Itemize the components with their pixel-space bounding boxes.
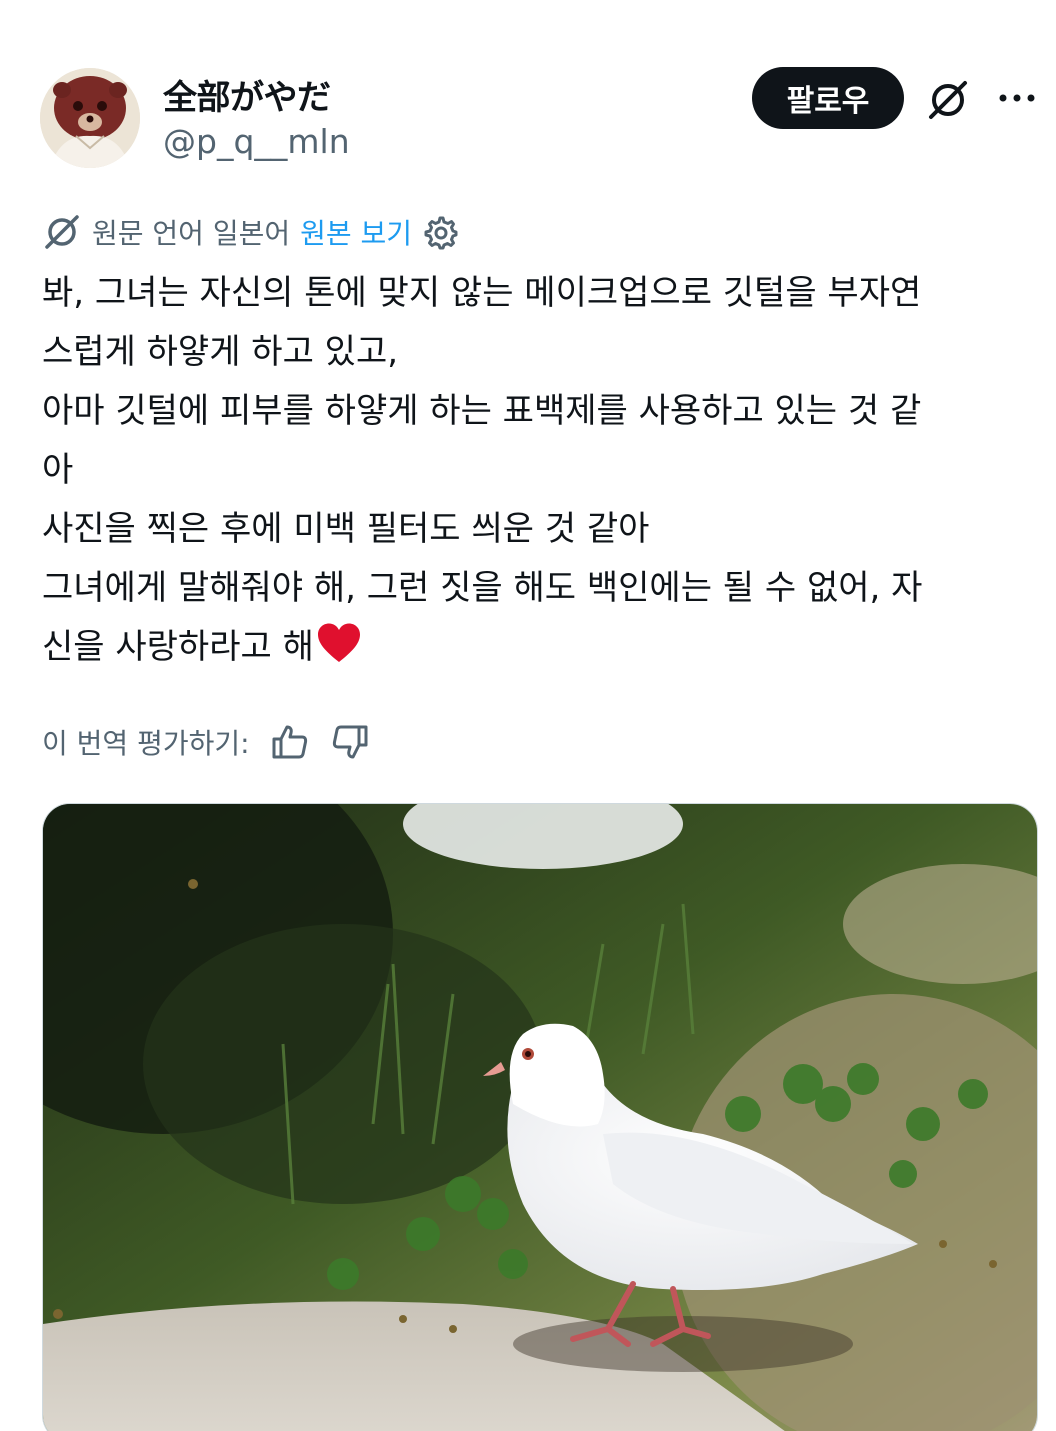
user-handle[interactable]: @p_q__mln [163,122,350,161]
source-language-text: 원문 언어 일본어 [92,217,291,250]
post-line-last: 신을 사랑하라고 해 [42,618,1042,683]
avatar-image [40,68,140,168]
post-line: 봐, 그녀는 자신의 톤에 맞지 않는 메이크업으로 깃털을 부자연 [42,273,922,313]
view-original-link[interactable]: 원본 보기 [300,212,412,252]
post-line: 사진을 찍은 후에 미백 필터도 씌운 것 같아 [42,509,650,549]
gear-icon[interactable] [422,214,458,250]
post-image[interactable] [42,803,1038,1431]
grok-translate-icon [42,212,82,252]
translation-bar: 원문 언어 일본어 원본 보기 [42,212,458,252]
rate-label: 이 번역 평가하기: [42,727,250,760]
follow-button[interactable]: 팔로우 [752,67,904,129]
grok-slash-icon[interactable] [922,74,974,126]
rate-translation: 이 번역 평가하기: [42,718,370,766]
avatar[interactable] [40,68,140,168]
post-page: 全部がやだ @p_q__mln 팔로우 원문 언어 일본어 원본 보기 봐, 그… [0,0,1056,1431]
post-line: 아마 깃털에 피부를 하얗게 하는 표백제를 사용하고 있는 것 같 [42,391,922,431]
post-line: 스럽게 하얗게 하고 있고, [42,332,399,372]
more-dots-icon[interactable] [994,80,1040,116]
thumbs-down-icon[interactable] [330,722,370,762]
post-text: 봐, 그녀는 자신의 톤에 맞지 않는 메이크업으로 깃털을 부자연 스럽게 하… [42,264,1042,683]
post-line: 아 [42,450,74,490]
post-line: 그녀에게 말해줘야 해, 그런 짓을 해도 백인에는 될 수 없어, 자 [42,568,923,608]
pigeon-photo [43,804,1037,1431]
display-name[interactable]: 全部がやだ [163,70,331,119]
thumbs-up-icon[interactable] [270,722,310,762]
heart-icon [316,622,362,683]
post-line: 신을 사랑하라고 해 [42,627,314,667]
